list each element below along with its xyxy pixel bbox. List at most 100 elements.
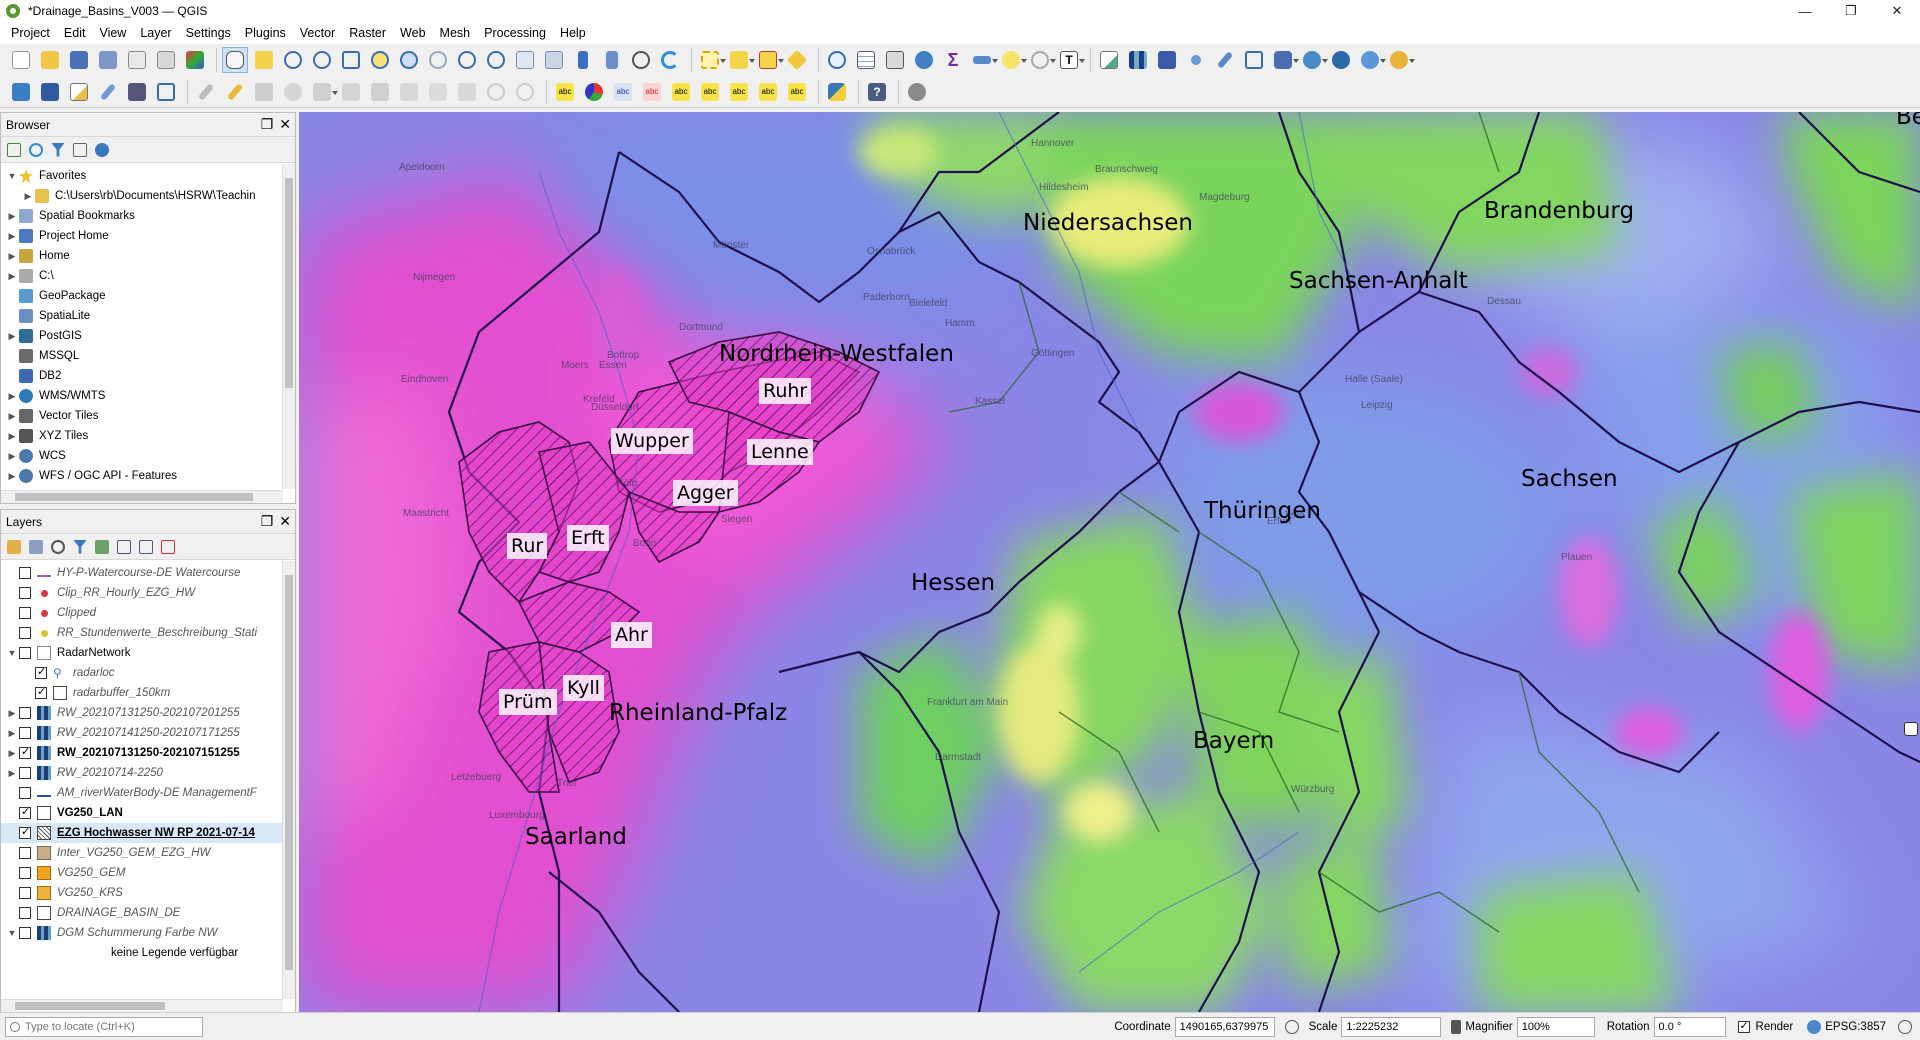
- add-selected-icon[interactable]: [7, 142, 21, 157]
- layer-item[interactable]: AM_riverWaterBody-DE ManagementF: [1, 783, 295, 803]
- add-delimited-text-button[interactable]: [1212, 47, 1238, 73]
- layer-item[interactable]: Inter_VG250_GEM_EZG_HW: [1, 843, 295, 863]
- close-button[interactable]: ✕: [1874, 0, 1920, 22]
- new-virtual-button[interactable]: [153, 79, 179, 105]
- layer-visibility-checkbox[interactable]: [19, 587, 31, 599]
- chevron-right-icon[interactable]: ▶: [5, 748, 19, 759]
- select-location-button[interactable]: [784, 47, 810, 73]
- layer-item[interactable]: RR_Stundenwerte_Beschreibung_Stati: [1, 623, 295, 643]
- crs-button[interactable]: EPSG:3857: [1825, 1021, 1886, 1033]
- layer-item[interactable]: DRAINAGE_BASIN_DE: [1, 903, 295, 923]
- layer-item[interactable]: VG250_LAN: [1, 803, 295, 823]
- layer-item[interactable]: ▶ RW_202107131250-202107201255: [1, 703, 295, 723]
- render-checkbox[interactable]: [1737, 1019, 1750, 1033]
- pan-map-button[interactable]: [222, 47, 248, 73]
- layer-visibility-checkbox[interactable]: [19, 825, 31, 839]
- label-properties-button[interactable]: abc: [755, 79, 781, 105]
- measure-button[interactable]: [969, 47, 998, 73]
- zoom-out-button[interactable]: [309, 47, 335, 73]
- save-project-button[interactable]: [66, 47, 92, 73]
- style-manager-button[interactable]: [182, 47, 208, 73]
- new-3d-view-button[interactable]: [541, 47, 567, 73]
- chevron-down-icon[interactable]: ▼: [5, 928, 19, 938]
- save-as-button[interactable]: [95, 47, 121, 73]
- layer-visibility-checkbox[interactable]: [19, 707, 31, 719]
- menu-mesh[interactable]: Mesh: [433, 26, 478, 40]
- add-xyz-button[interactable]: [1357, 47, 1386, 73]
- zoom-in-button[interactable]: [280, 47, 306, 73]
- identify-button[interactable]: [824, 47, 850, 73]
- layer-item[interactable]: HY-P-Watercourse-DE Watercourse: [1, 563, 295, 583]
- chevron-right-icon[interactable]: ▶: [5, 391, 19, 402]
- new-shapefile-button[interactable]: [66, 79, 92, 105]
- layer-item[interactable]: Clipped: [1, 603, 295, 623]
- map-scroll-handle-icon[interactable]: [1904, 722, 1918, 736]
- add-wcs-button[interactable]: [1328, 47, 1354, 73]
- add-mesh-button[interactable]: [1154, 47, 1180, 73]
- filter-expression-icon[interactable]: [95, 539, 109, 554]
- new-vector-layer-button[interactable]: [1096, 47, 1122, 73]
- field-calculator-button[interactable]: [882, 47, 908, 73]
- layer-item[interactable]: VG250_GEM: [1, 863, 295, 883]
- open-project-button[interactable]: [37, 47, 63, 73]
- rotation-spinbox[interactable]: 0.0 °: [1653, 1016, 1726, 1037]
- manage-visibility-icon[interactable]: [51, 539, 65, 554]
- layer-visibility-checkbox[interactable]: [19, 927, 31, 939]
- chevron-right-icon[interactable]: ▶: [5, 471, 19, 482]
- toggle-editing-button[interactable]: [222, 79, 248, 105]
- browser-item[interactable]: ▶ WFS / OGC API - Features: [1, 466, 295, 486]
- locate-button[interactable]: [1027, 47, 1056, 73]
- layer-visibility-checkbox[interactable]: [19, 745, 31, 759]
- locator-input[interactable]: Type to locate (Ctrl+K): [5, 1016, 203, 1037]
- layer-visibility-checkbox[interactable]: [19, 867, 31, 879]
- zoom-next-button[interactable]: [483, 47, 509, 73]
- float-panel-icon[interactable]: ❐: [261, 513, 274, 530]
- layer-visibility-checkbox[interactable]: [19, 805, 31, 819]
- zoom-to-layer-button[interactable]: [396, 47, 422, 73]
- chevron-right-icon[interactable]: ▶: [5, 431, 19, 442]
- crs-globe-icon[interactable]: [1807, 1019, 1822, 1034]
- chevron-down-icon[interactable]: ▼: [5, 171, 19, 181]
- attribute-table-button[interactable]: [853, 47, 879, 73]
- label-toolbar-button[interactable]: abc: [552, 79, 578, 105]
- temporal-controller-button[interactable]: [628, 47, 654, 73]
- layer-item[interactable]: EZG Hochwasser NW RP 2021-07-14: [1, 823, 295, 843]
- layers-vertical-scrollbar[interactable]: [282, 561, 295, 999]
- chevron-right-icon[interactable]: ▶: [5, 768, 19, 779]
- browser-item[interactable]: ▶ Project Home: [1, 226, 295, 246]
- add-spatialite-button[interactable]: [37, 79, 63, 105]
- layer-item[interactable]: ▶ RW_202107131250-202107151255: [1, 743, 295, 763]
- change-label-button[interactable]: abc: [726, 79, 752, 105]
- filter-icon[interactable]: [51, 142, 65, 157]
- menu-edit[interactable]: Edit: [57, 26, 93, 40]
- layer-visibility-checkbox[interactable]: [19, 887, 31, 899]
- refresh-icon[interactable]: [29, 142, 43, 157]
- layer-visibility-checkbox[interactable]: [19, 847, 31, 859]
- new-project-button[interactable]: [8, 47, 34, 73]
- menu-settings[interactable]: Settings: [179, 26, 238, 40]
- browser-item[interactable]: ▶ WMS/WMTS: [1, 386, 295, 406]
- layer-visibility-checkbox[interactable]: [19, 767, 31, 779]
- browser-item[interactable]: ▶ PostGIS: [1, 326, 295, 346]
- minimize-button[interactable]: —: [1782, 0, 1828, 22]
- chevron-right-icon[interactable]: ▶: [5, 331, 19, 342]
- show-bookmarks-button[interactable]: [599, 47, 625, 73]
- add-raster-button[interactable]: [1125, 47, 1151, 73]
- scrollbar-thumb[interactable]: [285, 575, 293, 970]
- layer-style-icon[interactable]: [7, 539, 21, 554]
- browser-item[interactable]: DB2: [1, 366, 295, 386]
- add-geopackage-button[interactable]: [8, 79, 34, 105]
- layer-visibility-checkbox[interactable]: [19, 647, 31, 659]
- add-layer-dropdown-button[interactable]: [1386, 47, 1415, 73]
- scrollbar-thumb[interactable]: [15, 1002, 165, 1010]
- scale-combobox[interactable]: 1:2225232: [1341, 1016, 1442, 1037]
- select-by-value-button[interactable]: [726, 47, 755, 73]
- layer-visibility-checkbox[interactable]: [19, 907, 31, 919]
- chevron-right-icon[interactable]: ▶: [5, 451, 19, 462]
- browser-item[interactable]: ▶ Vector Tiles: [1, 406, 295, 426]
- browser-item[interactable]: SpatiaLite: [1, 306, 295, 326]
- map-canvas[interactable]: Hannover Braunschweig Magdeburg Hildesheim M…: [299, 112, 1920, 1012]
- add-database-layer-button[interactable]: [1270, 47, 1299, 73]
- filter-legend-icon[interactable]: [73, 539, 87, 554]
- chevron-right-icon[interactable]: ▶: [21, 191, 35, 202]
